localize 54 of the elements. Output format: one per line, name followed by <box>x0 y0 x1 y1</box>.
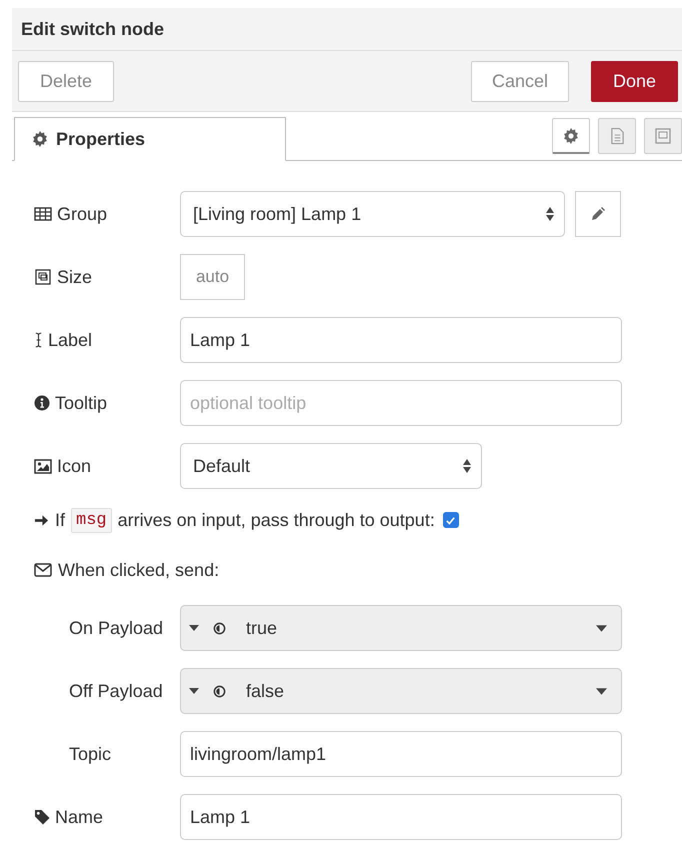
checkmark-icon <box>445 514 456 526</box>
passthrough-text: If <box>55 510 66 530</box>
toolbar-button[interactable]: Delete <box>18 60 114 102</box>
updown-icon <box>546 207 554 221</box>
input-field[interactable]: Lamp 1 <box>180 794 622 840</box>
document-icon <box>610 127 624 145</box>
tag-icon <box>34 809 50 825</box>
gear-icon <box>563 128 579 144</box>
envelope-icon <box>34 563 52 577</box>
boolean-icon <box>213 684 226 698</box>
field-label: Group <box>57 204 108 224</box>
caret-icon <box>189 688 199 694</box>
input-field[interactable]: livingroom/lamp1 <box>180 731 622 777</box>
input-field[interactable]: Lamp 1 <box>180 317 622 363</box>
updown-icon <box>463 459 471 473</box>
resize-icon <box>654 127 672 145</box>
gear-tab[interactable] <box>552 118 590 154</box>
info-icon <box>34 395 50 411</box>
field-label: On Payload <box>68 618 164 638</box>
arrow-icon <box>34 512 49 528</box>
document-tab[interactable] <box>598 118 636 154</box>
group-select[interactable]: [Living room] Lamp 1 <box>180 191 565 237</box>
field-label: Topic <box>68 744 112 764</box>
field-label: Name <box>55 806 104 828</box>
input-field[interactable]: optional tooltip <box>180 380 622 426</box>
image-icon <box>34 458 52 474</box>
field-label: Size <box>57 266 92 288</box>
field-label: Label <box>48 330 92 350</box>
typed-select[interactable]: false <box>180 668 622 714</box>
size-tab[interactable] <box>644 118 682 154</box>
toolbar-button[interactable]: Cancel <box>470 60 569 102</box>
properties-tab[interactable]: Properties <box>14 117 286 161</box>
resize-icon <box>34 268 52 286</box>
boolean-icon <box>213 622 226 634</box>
pencil-icon <box>591 207 605 221</box>
checkbox[interactable] <box>442 512 459 528</box>
section-heading: When clicked, send: <box>58 560 220 580</box>
edit-button[interactable] <box>575 191 621 237</box>
typed-select[interactable]: true <box>180 605 622 651</box>
code-text: msg <box>71 508 112 532</box>
icon-select[interactable]: Default <box>180 443 482 489</box>
text-cursor-icon <box>34 331 43 349</box>
gear-icon <box>32 131 48 147</box>
primary-button[interactable]: Done <box>591 60 678 102</box>
caret-icon <box>596 624 607 632</box>
window-title: Edit switch node <box>21 18 164 40</box>
field-label: Icon <box>57 456 92 476</box>
field-label: Off Payload <box>68 680 164 702</box>
caret-icon <box>189 625 199 631</box>
size-button[interactable]: auto <box>180 254 245 300</box>
passthrough-text: arrives on input, pass through to output: <box>118 510 435 530</box>
table-icon <box>34 207 52 221</box>
field-label: Tooltip <box>55 392 108 414</box>
caret-icon <box>596 688 607 694</box>
